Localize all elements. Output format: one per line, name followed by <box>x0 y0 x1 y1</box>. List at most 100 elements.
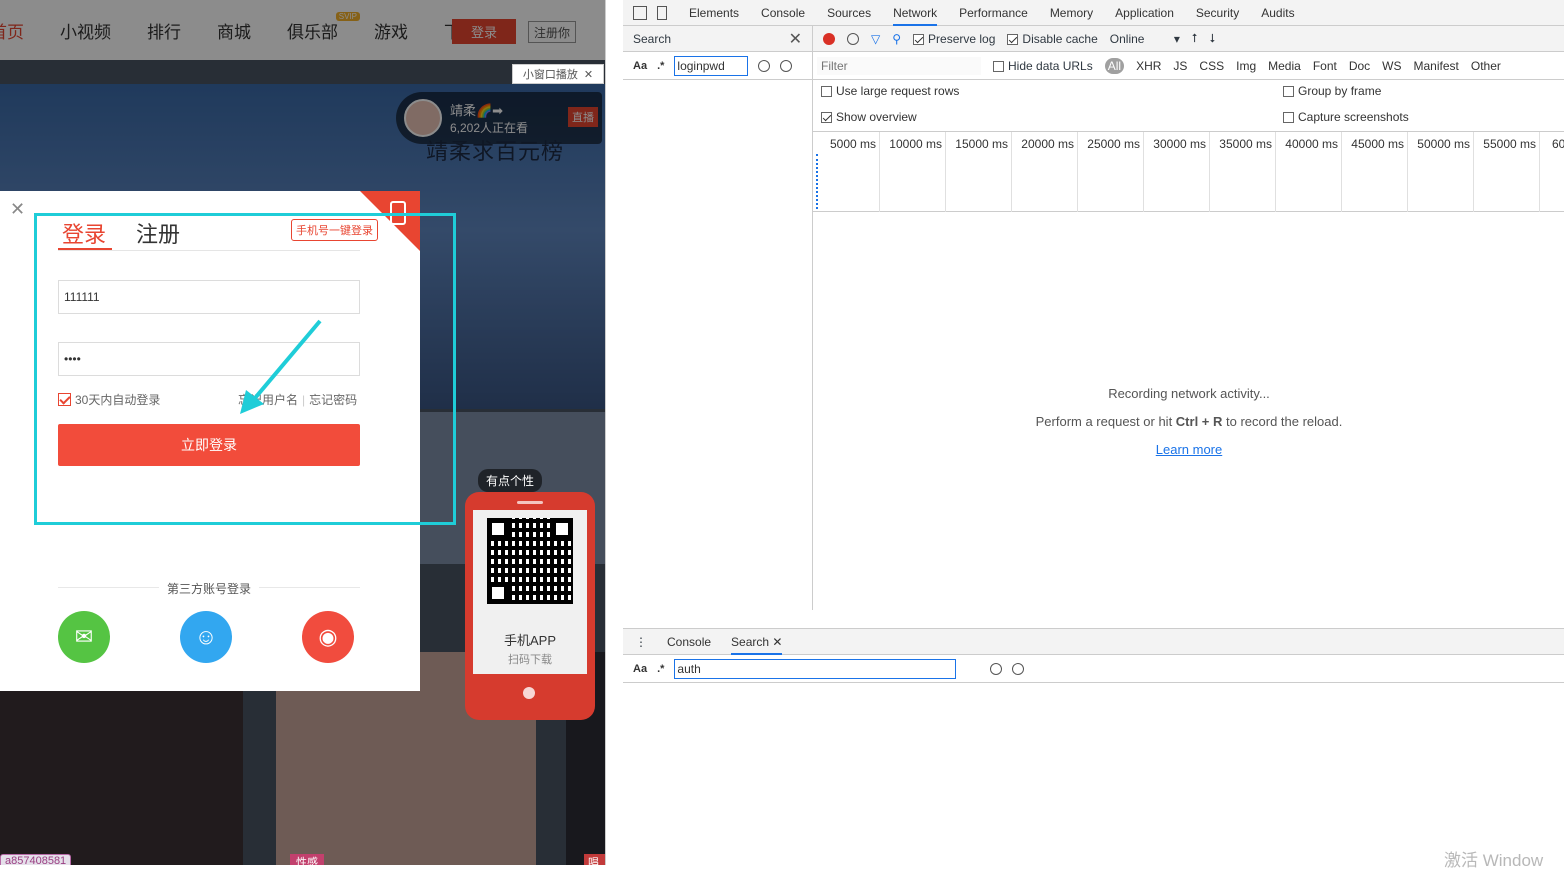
search-title: Search <box>633 31 672 46</box>
checkbox[interactable] <box>821 112 832 124</box>
tab-application[interactable]: Application <box>1115 0 1174 26</box>
show-overview-label: Show overview <box>836 110 917 124</box>
type-filter-ws[interactable]: WS <box>1382 59 1401 73</box>
type-filter-js[interactable]: JS <box>1173 59 1187 73</box>
timeline-tick: 5000 ms <box>829 137 876 151</box>
qr-eye <box>487 582 509 604</box>
tab-network[interactable]: Network <box>893 0 938 26</box>
drawer-search-input[interactable] <box>674 658 957 679</box>
large-rows-label: Use large request rows <box>836 84 960 98</box>
timeline-tick: 600 <box>1539 132 1564 212</box>
clear-icon[interactable] <box>1012 662 1025 675</box>
preserve-log-checkbox[interactable]: Preserve log <box>913 32 995 46</box>
tab-memory[interactable]: Memory <box>1050 0 1093 26</box>
app-download-card[interactable]: 手机APP 扫码下载 <box>465 492 595 720</box>
match-case-toggle[interactable]: Aa <box>633 663 647 675</box>
qr-eye <box>551 518 573 540</box>
type-filter-other[interactable]: Other <box>1471 59 1501 73</box>
tab-elements[interactable]: Elements <box>689 0 739 26</box>
record-icon[interactable] <box>823 32 835 45</box>
wechat-icon: ✉ <box>74 624 94 649</box>
devtools-drawer: ⋮ Console Search ✕ Aa .* <box>623 628 1564 865</box>
mini-player-button[interactable]: 小窗口播放 ✕ <box>512 64 604 84</box>
learn-more-link[interactable]: Learn more <box>813 442 1564 457</box>
weibo-icon: ◉ <box>318 624 338 649</box>
tab-security[interactable]: Security <box>1196 0 1239 26</box>
clear-icon[interactable] <box>847 32 859 45</box>
disable-cache-checkbox[interactable]: Disable cache <box>1007 32 1098 46</box>
close-icon[interactable]: ✕ <box>10 200 25 218</box>
export-icon[interactable]: ⭣ <box>1209 31 1215 46</box>
timeline-activity-marker <box>816 154 822 209</box>
tab-sources[interactable]: Sources <box>827 0 871 26</box>
type-filter-media[interactable]: Media <box>1268 59 1301 73</box>
type-filter-img[interactable]: Img <box>1236 59 1256 73</box>
show-overview-option[interactable]: Show overview <box>821 110 917 124</box>
capture-screenshots-option[interactable]: Capture screenshots <box>1283 110 1409 124</box>
tab-performance[interactable]: Performance <box>959 0 1028 26</box>
tab-console[interactable]: Console <box>761 0 805 26</box>
group-by-frame-option[interactable]: Group by frame <box>1283 84 1381 98</box>
refresh-icon[interactable] <box>990 662 1003 675</box>
close-icon[interactable]: ✕ <box>789 29 802 49</box>
type-filter-css[interactable]: CSS <box>1199 59 1224 73</box>
qr-title: 手机APP <box>503 633 556 648</box>
filter-input[interactable] <box>817 56 981 75</box>
room-tag: 唱歌 <box>584 854 605 865</box>
preserve-log-label: Preserve log <box>928 31 996 46</box>
checkbox[interactable] <box>1007 33 1019 45</box>
wechat-login-button[interactable]: ✉ <box>58 611 110 663</box>
qq-login-button[interactable]: ☺ <box>180 611 232 663</box>
type-filter-all[interactable]: All <box>1104 57 1125 74</box>
checkbox[interactable] <box>993 60 1004 72</box>
close-icon[interactable]: ✕ <box>772 635 782 649</box>
qr-subtitle: 扫码下载 <box>508 654 552 666</box>
checkbox[interactable] <box>1283 112 1294 124</box>
checkbox[interactable] <box>821 86 832 98</box>
search-icon[interactable]: ⚲ <box>892 32 901 46</box>
large-rows-option[interactable]: Use large request rows <box>821 84 959 98</box>
search-input[interactable] <box>674 55 749 76</box>
inspect-element-icon[interactable] <box>633 5 647 20</box>
recording-message: Recording network activity... <box>1108 386 1270 401</box>
device-toolbar-icon[interactable] <box>657 5 667 20</box>
timeline-tick: 55000 ms <box>1473 132 1539 212</box>
regex-toggle[interactable]: .* <box>657 60 664 72</box>
clear-icon[interactable] <box>780 59 793 72</box>
timeline-tick: 30000 ms <box>1143 132 1209 212</box>
refresh-icon[interactable] <box>758 59 771 72</box>
tab-audits[interactable]: Audits <box>1261 0 1294 26</box>
network-overview-timeline[interactable]: 5000 ms 10000 ms 15000 ms 20000 ms 25000… <box>813 132 1564 212</box>
checkbox[interactable] <box>1283 86 1294 98</box>
drawer-search-row: Aa .* <box>623 655 1564 683</box>
type-filter-manifest[interactable]: Manifest <box>1414 59 1459 73</box>
devtools-panel: Elements Console Sources Network Perform… <box>605 0 1564 865</box>
throttle-select[interactable]: Online ▾ <box>1110 32 1180 46</box>
type-filter-font[interactable]: Font <box>1313 59 1337 73</box>
type-filter-xhr[interactable]: XHR <box>1136 59 1161 73</box>
import-icon[interactable]: ⭡ <box>1192 31 1198 46</box>
windows-activation-watermark: 激活 Window <box>1444 851 1544 870</box>
group-by-frame-label: Group by frame <box>1298 84 1382 98</box>
weibo-login-button[interactable]: ◉ <box>302 611 354 663</box>
throttle-value: Online <box>1109 31 1145 46</box>
drawer-tab-console[interactable]: Console <box>667 629 711 655</box>
type-filter-doc[interactable]: Doc <box>1349 59 1370 73</box>
third-party-title: 第三方账号登录 <box>159 580 260 597</box>
drawer-menu-icon[interactable]: ⋮ <box>635 635 647 649</box>
drawer-tab-search[interactable]: Search ✕ <box>731 629 783 655</box>
phone-home-icon <box>523 687 535 699</box>
devtools-tab-bar: Elements Console Sources Network Perform… <box>623 0 1564 26</box>
close-icon[interactable]: ✕ <box>584 68 593 81</box>
filter-icon[interactable]: ▽ <box>871 32 880 46</box>
qr-eye <box>487 518 509 540</box>
annotation-arrow-icon <box>240 319 322 414</box>
regex-toggle[interactable]: .* <box>657 663 664 675</box>
checkbox[interactable] <box>913 33 925 45</box>
search-header: Search ✕ <box>623 26 812 52</box>
timeline-tick: 50000 ms <box>1407 132 1473 212</box>
reload-hint: Perform a request or hit Ctrl + R to rec… <box>1035 414 1343 429</box>
timeline-tick: 45000 ms <box>1341 132 1407 212</box>
match-case-toggle[interactable]: Aa <box>633 60 647 72</box>
hide-data-urls-checkbox[interactable]: Hide data URLs <box>993 59 1093 73</box>
